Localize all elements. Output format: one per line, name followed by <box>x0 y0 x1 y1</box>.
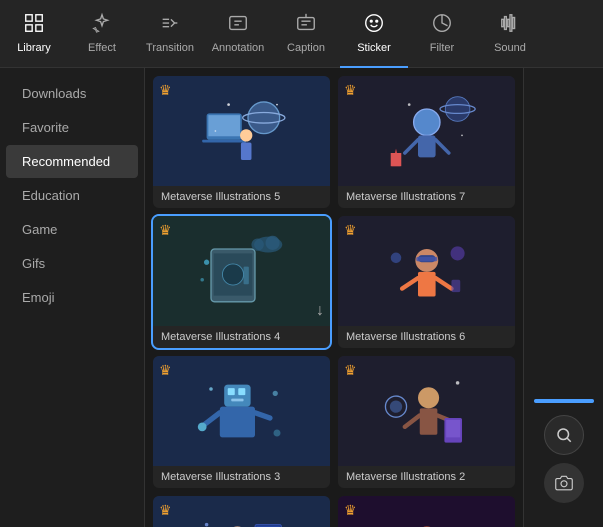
toolbar: Library Effect Transition Annotation Cap… <box>0 0 603 68</box>
sidebar-item-downloads[interactable]: Downloads <box>6 77 138 110</box>
sticker-grid: ♛ <box>153 76 515 527</box>
right-panel-progress-bar <box>534 399 594 403</box>
sound-label: Sound <box>494 42 526 54</box>
filter-icon <box>431 12 453 38</box>
main-area: Downloads Favorite Recommended Education… <box>0 68 603 527</box>
card-meta6[interactable]: ♛ Metaverse Illust <box>338 216 515 348</box>
crown-icon-4: ♛ <box>344 222 357 239</box>
toolbar-item-effect[interactable]: Effect <box>68 0 136 68</box>
sidebar-item-emoji[interactable]: Emoji <box>6 281 138 314</box>
effect-label: Effect <box>88 42 116 54</box>
content-area: ♛ <box>145 68 523 527</box>
toolbar-item-transition[interactable]: Transition <box>136 0 204 68</box>
card-thumb-meta5: ♛ <box>153 76 330 186</box>
sidebar-item-gifs[interactable]: Gifs <box>6 247 138 280</box>
crown-icon-6: ♛ <box>344 362 357 379</box>
card-label-meta4: Metaverse Illustrations 4 <box>153 326 330 348</box>
toolbar-item-sound[interactable]: Sound <box>476 0 544 68</box>
search-button[interactable] <box>544 415 584 455</box>
card-meta1[interactable]: ♛ <box>153 496 330 527</box>
card-label-meta2: Metaverse Illustrations 2 <box>338 466 515 488</box>
transition-icon <box>159 12 181 38</box>
toolbar-item-filter[interactable]: Filter <box>408 0 476 68</box>
crown-icon-2: ♛ <box>344 82 357 99</box>
sidebar-item-game[interactable]: Game <box>6 213 138 246</box>
crown-icon-3: ♛ <box>159 222 172 239</box>
sidebar-item-recommended[interactable]: Recommended <box>6 145 138 178</box>
card-thumb-maskman: ♛ <box>338 496 515 527</box>
card-label-meta6: Metaverse Illustrations 6 <box>338 326 515 348</box>
card-thumb-meta2: ♛ <box>338 356 515 466</box>
right-panel <box>523 68 603 527</box>
card-meta3[interactable]: ♛ <box>153 356 330 488</box>
card-meta4[interactable]: ♛ ↓ <box>153 216 330 348</box>
card-thumb-meta6: ♛ <box>338 216 515 326</box>
toolbar-item-library[interactable]: Library <box>0 0 68 68</box>
sticker-icon <box>363 12 385 38</box>
toolbar-item-caption[interactable]: Caption <box>272 0 340 68</box>
card-thumb-meta7: ♛ <box>338 76 515 186</box>
crown-icon-5: ♛ <box>159 362 172 379</box>
camera-button[interactable] <box>544 463 584 503</box>
toolbar-item-sticker[interactable]: Sticker <box>340 0 408 68</box>
sidebar: Downloads Favorite Recommended Education… <box>0 68 145 527</box>
card-meta7[interactable]: ♛ <box>338 76 515 208</box>
library-icon <box>23 12 45 38</box>
card-thumb-meta4: ♛ ↓ <box>153 216 330 326</box>
card-thumb-meta1: ♛ <box>153 496 330 527</box>
crown-icon-8: ♛ <box>344 502 357 519</box>
card-maskman[interactable]: ♛ <box>338 496 515 527</box>
caption-label: Caption <box>287 42 325 54</box>
effect-icon <box>91 12 113 38</box>
download-icon: ↓ <box>316 302 324 320</box>
sticker-label: Sticker <box>357 42 391 54</box>
annotation-label: Annotation <box>212 42 265 54</box>
card-meta2[interactable]: ♛ <box>338 356 515 488</box>
filter-label: Filter <box>430 42 454 54</box>
sidebar-item-education[interactable]: Education <box>6 179 138 212</box>
card-thumb-meta3: ♛ <box>153 356 330 466</box>
card-label-meta7: Metaverse Illustrations 7 <box>338 186 515 208</box>
sound-icon <box>499 12 521 38</box>
caption-icon <box>295 12 317 38</box>
library-label: Library <box>17 42 51 54</box>
card-meta5[interactable]: ♛ <box>153 76 330 208</box>
toolbar-item-annotation[interactable]: Annotation <box>204 0 272 68</box>
card-label-meta3: Metaverse Illustrations 3 <box>153 466 330 488</box>
crown-icon-7: ♛ <box>159 502 172 519</box>
annotation-icon <box>227 12 249 38</box>
sidebar-item-favorite[interactable]: Favorite <box>6 111 138 144</box>
card-label-meta5: Metaverse Illustrations 5 <box>153 186 330 208</box>
crown-icon: ♛ <box>159 82 172 99</box>
transition-label: Transition <box>146 42 194 54</box>
